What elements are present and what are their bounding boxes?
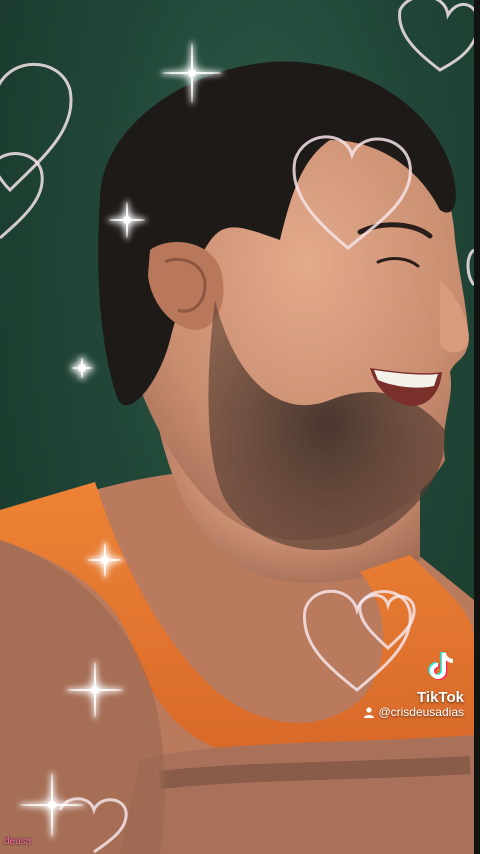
tiktok-watermark: TikTok [417,650,464,706]
tiktok-note-icon [428,652,453,680]
user-icon [364,706,375,718]
creator-handle-text: @crisdeusadias [378,705,464,719]
creator-handle: @crisdeusadias [364,705,464,719]
video-frame: TikTok @crisdeusadias deusa [0,0,474,854]
video-still [0,61,474,854]
corner-tag: deusa [4,836,32,847]
tiktok-brand-label: TikTok [417,689,464,706]
right-edge-strip [474,0,480,854]
